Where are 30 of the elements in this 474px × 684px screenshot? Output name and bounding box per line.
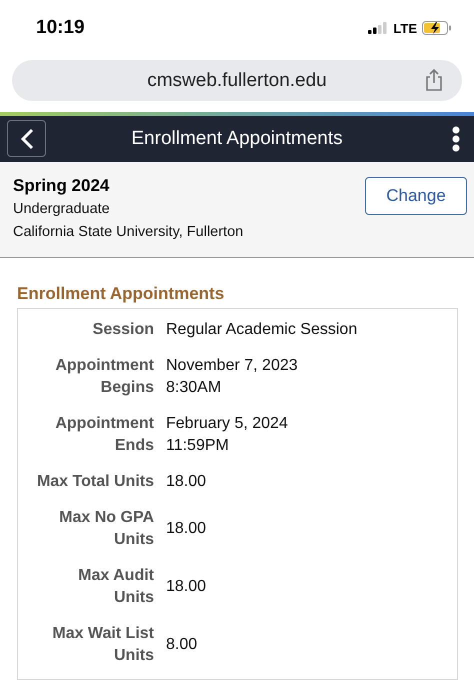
field-label: Appointment Ends	[54, 414, 154, 456]
field-value: 18.00	[166, 472, 208, 492]
url-text: cmsweb.fullerton.edu	[147, 70, 327, 92]
career-text: Undergraduate	[13, 201, 111, 217]
field-value: November 7, 2023 8:30AM	[166, 356, 299, 398]
back-button[interactable]	[7, 120, 46, 157]
battery-charging-icon	[422, 21, 452, 35]
field-value: 8.00	[166, 635, 198, 655]
change-button[interactable]: Change	[365, 177, 467, 215]
address-bar[interactable]: cmsweb.fullerton.edu	[12, 60, 462, 101]
field-value: Regular Academic Session	[166, 320, 358, 340]
share-icon[interactable]	[424, 68, 444, 92]
field-label: Max Wait List Units	[51, 624, 154, 666]
page-title: Enrollment Appointments	[131, 128, 343, 150]
field-label: Max No GPA Units	[58, 508, 154, 550]
more-menu-icon[interactable]	[452, 126, 460, 152]
field-label: Session	[92, 320, 154, 340]
field-value: February 5, 2024 11:59PM	[166, 414, 289, 456]
back-icon	[20, 128, 34, 150]
network-label: LTE	[393, 20, 417, 36]
section-heading: Enrollment Appointments	[17, 284, 226, 304]
clock-time: 10:19	[36, 17, 85, 39]
institution-text: California State University, Fullerton	[13, 224, 244, 240]
field-value: 18.00	[166, 519, 208, 539]
field-label: Max Total Units	[36, 472, 154, 492]
field-label: Max Audit Units	[77, 566, 154, 608]
field-label: Appointment Begins	[54, 356, 154, 398]
signal-icon	[368, 22, 388, 34]
field-value: 18.00	[166, 577, 208, 597]
term-name: Spring 2024	[13, 176, 110, 196]
